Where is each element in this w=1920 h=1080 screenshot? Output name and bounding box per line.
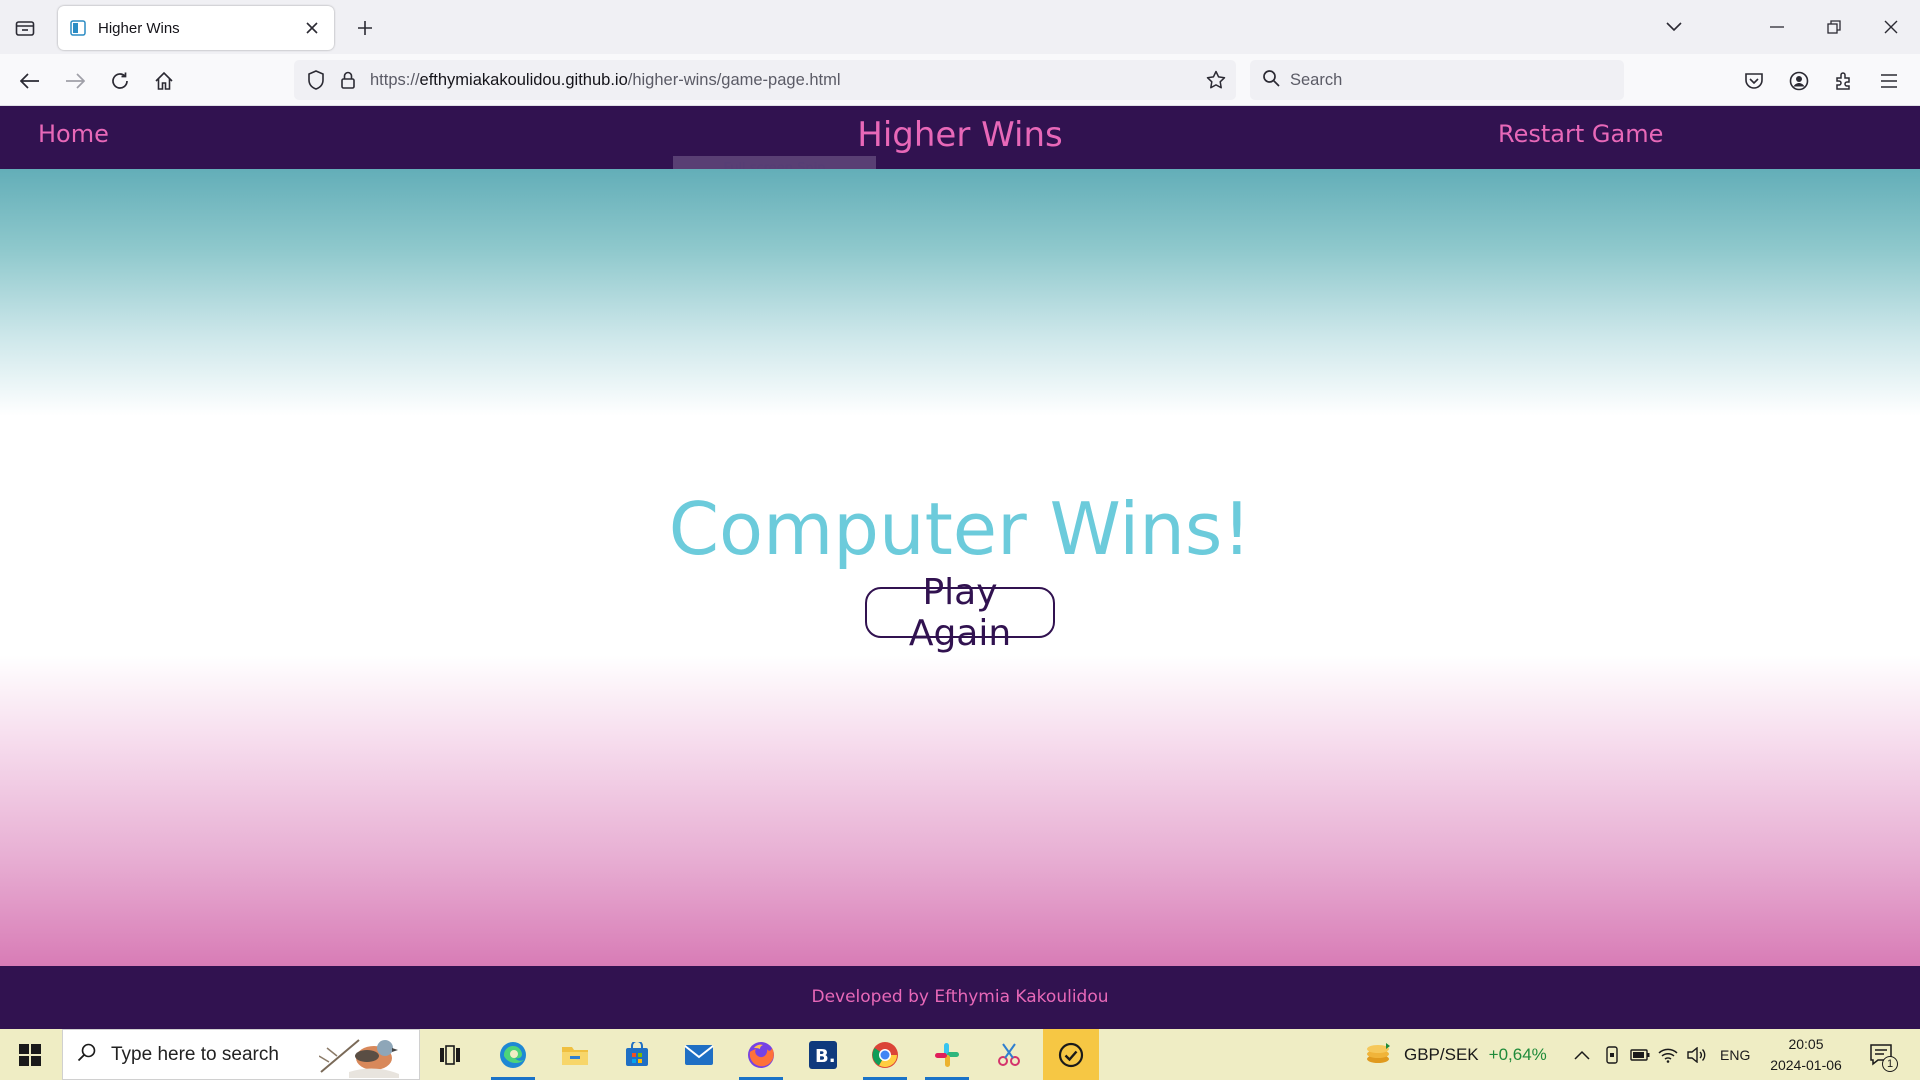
ticker-name: GBP/SEK [1404,1044,1479,1064]
forward-icon[interactable] [58,64,92,98]
play-again-button[interactable]: Play Again [865,572,1055,654]
ticker-change: +0,64% [1488,1044,1547,1064]
account-icon[interactable] [1782,64,1816,98]
restore-icon[interactable] [1816,10,1852,44]
windows-taskbar: Type here to search B. GBP/SEK +0,64% EN… [0,1029,1920,1080]
footer-credit: Developed by Efthymia Kakoulidou [811,987,1109,1007]
menu-icon[interactable] [1872,64,1906,98]
mail-icon[interactable] [671,1029,727,1080]
taskbar-clock[interactable]: 20:05 2024-01-06 [1766,1034,1846,1076]
slack-icon[interactable] [919,1029,975,1080]
browser-tab-bar: Higher Wins [0,0,1920,54]
address-bar[interactable]: https://efthymiakakoulidou.github.io/hig… [294,60,1236,100]
page-favicon-icon [70,20,86,36]
booking-icon[interactable]: B. [795,1029,851,1080]
home-icon[interactable] [147,64,181,98]
url-domain: efthymiakakoulidou.github.io [419,70,628,89]
reload-icon[interactable] [103,64,137,98]
clock-date: 2024-01-06 [1770,1057,1842,1073]
currency-ticker-widget[interactable]: GBP/SEK +0,64% [1364,1029,1547,1080]
taskbar-search-icon [77,1042,97,1067]
browser-navigation-bar: https://efthymiakakoulidou.github.io/hig… [0,54,1920,106]
new-tab-icon[interactable] [350,13,380,43]
battery-icon[interactable] [1626,1048,1654,1061]
task-view-icon[interactable] [422,1029,478,1080]
wifi-icon[interactable] [1654,1047,1682,1063]
search-bar[interactable] [1250,60,1624,100]
taskbar-search-placeholder: Type here to search [111,1043,279,1065]
extensions-icon[interactable] [1827,64,1861,98]
coins-icon [1364,1039,1392,1070]
meet-now-icon[interactable] [1598,1045,1626,1064]
result-message: Computer Wins! [668,487,1252,571]
lock-icon[interactable] [338,71,358,89]
back-icon[interactable] [13,64,47,98]
url-prefix: https:// [370,70,420,89]
minimize-icon[interactable] [1759,10,1795,44]
clock-time: 20:05 [1788,1036,1824,1052]
system-tray: ENG [1570,1029,1750,1080]
chevron-up-icon[interactable] [1570,1050,1594,1060]
todo-icon[interactable] [1043,1029,1099,1080]
language-indicator[interactable]: ENG [1720,1047,1750,1063]
bookmark-star-icon[interactable] [1204,68,1228,92]
url-text: https://efthymiakakoulidou.github.io/hig… [370,71,841,90]
close-window-icon[interactable] [1873,10,1909,44]
tracking-protection-icon[interactable] [304,70,328,90]
site-footer: Developed by Efthymia Kakoulidou [0,966,1920,1029]
notifications-icon[interactable]: 1 [1860,1029,1904,1080]
close-tab-icon[interactable] [302,18,322,38]
file-explorer-icon[interactable] [547,1029,603,1080]
svg-text:B.: B. [815,1046,836,1067]
web-page: Home Higher Wins Restart Game Full scree… [0,106,1920,1029]
edge-icon[interactable] [485,1029,541,1080]
url-path: /higher-wins/game-page.html [627,70,841,89]
search-icon [1262,69,1280,92]
firefox-view-icon[interactable] [10,13,40,43]
search-highlight-bird-icon [318,1032,415,1079]
pocket-icon[interactable] [1737,64,1771,98]
site-header: Home Higher Wins Restart Game Full scree… [0,106,1920,182]
search-input[interactable] [1290,70,1590,90]
restart-game-link[interactable]: Restart Game [1498,120,1663,148]
windows-logo-icon [19,1043,41,1066]
store-icon[interactable] [609,1029,665,1080]
game-area: Computer Wins! Play Again [0,169,1920,966]
list-all-tabs-icon[interactable] [1656,10,1692,44]
chrome-icon[interactable] [857,1029,913,1080]
start-button[interactable] [0,1029,60,1080]
taskbar-search-box[interactable]: Type here to search [62,1029,420,1080]
notification-count-badge: 1 [1882,1056,1898,1072]
active-tab[interactable]: Higher Wins [58,6,334,50]
volume-icon[interactable] [1682,1046,1710,1063]
firefox-icon[interactable] [733,1029,789,1080]
snipping-tool-icon[interactable] [981,1029,1037,1080]
tab-title: Higher Wins [98,19,180,37]
